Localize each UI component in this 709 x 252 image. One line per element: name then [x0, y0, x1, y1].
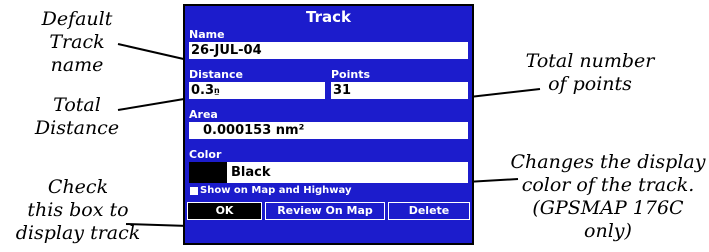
delete-button[interactable]: Delete [388, 202, 470, 220]
color-label: Color [189, 148, 222, 161]
color-select[interactable]: Black [189, 162, 468, 183]
show-on-map-label: Show on Map and Highway [200, 185, 352, 196]
distance-unit: n̲ [214, 86, 220, 95]
distance-field: 0.3n̲ [189, 82, 325, 99]
track-name-field[interactable]: 26-JUL-04 [189, 42, 468, 59]
area-field: 0.000153 nm² [189, 122, 468, 139]
callout-display-color: Changes the display color of the track. … [510, 151, 706, 242]
color-value: Black [231, 165, 271, 180]
ok-button[interactable]: OK [187, 202, 262, 220]
callout-total-distance: Total Distance [34, 94, 120, 139]
distance-label: Distance [189, 68, 243, 81]
points-field: 31 [331, 82, 468, 99]
color-swatch [189, 162, 227, 183]
show-on-map-checkbox[interactable] [190, 187, 198, 195]
track-dialog: Track Name 26-JUL-04 Distance 0.3n̲ Poin… [183, 4, 474, 245]
callout-total-points: Total number of points [525, 50, 655, 95]
name-label: Name [189, 28, 225, 41]
distance-value: 0.3 [191, 83, 215, 98]
review-on-map-button[interactable]: Review On Map [265, 202, 385, 220]
points-label: Points [331, 68, 371, 81]
dialog-title: Track [306, 8, 351, 26]
callout-default-track-name: Default Track name [41, 8, 113, 76]
callout-check-box: Check this box to display track [15, 176, 141, 244]
area-label: Area [189, 108, 218, 121]
